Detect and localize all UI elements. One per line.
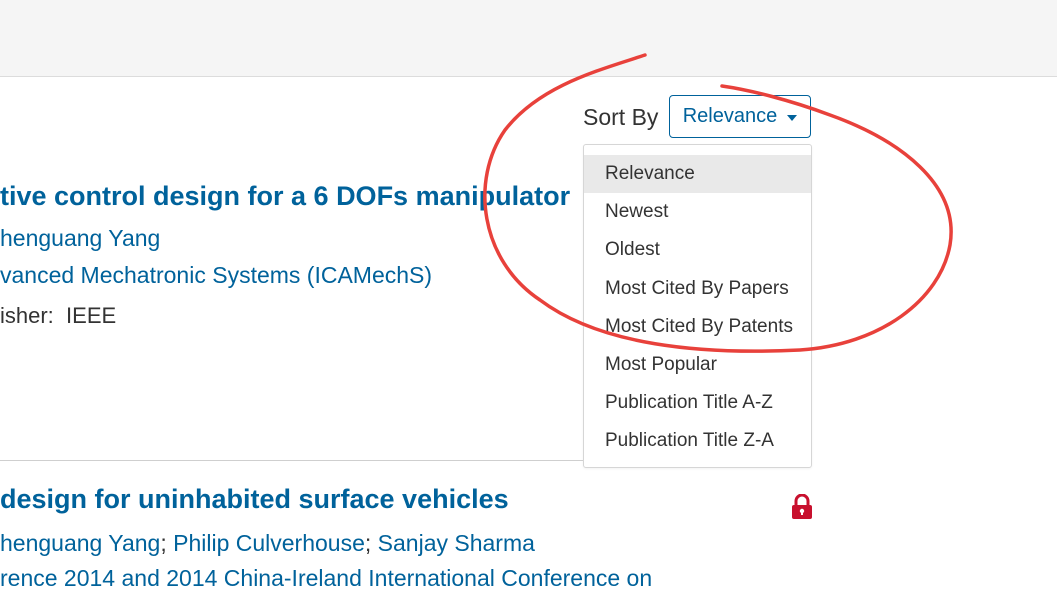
- sort-option-relevance[interactable]: Relevance: [584, 155, 811, 194]
- sort-option-most-popular[interactable]: Most Popular: [584, 346, 811, 384]
- publisher-value: IEEE: [66, 303, 117, 328]
- sort-options-menu: Relevance Newest Oldest Most Cited By Pa…: [583, 144, 812, 468]
- result-publisher: isher: IEEE: [0, 303, 116, 329]
- top-header-band: [0, 0, 1057, 77]
- sort-option-title-a-z[interactable]: Publication Title A-Z: [584, 384, 811, 422]
- result-author-link[interactable]: henguang Yang: [0, 530, 160, 556]
- result-venue-link[interactable]: rence 2014 and 2014 China-Ireland Intern…: [0, 565, 652, 592]
- sort-option-oldest[interactable]: Oldest: [584, 231, 811, 269]
- result-title-link[interactable]: design for uninhabited surface vehicles: [0, 484, 509, 515]
- sort-selected-value: Relevance: [682, 105, 778, 127]
- result-author-link[interactable]: henguang Yang: [0, 225, 160, 252]
- sort-by-dropdown-button[interactable]: Relevance: [669, 95, 811, 138]
- sort-by-label: Sort By: [583, 104, 659, 130]
- sort-option-most-cited-papers[interactable]: Most Cited By Papers: [584, 270, 811, 308]
- sort-option-title-z-a[interactable]: Publication Title Z-A: [584, 422, 811, 460]
- sort-option-newest[interactable]: Newest: [584, 193, 811, 231]
- result-divider: [0, 460, 583, 461]
- caret-down-icon: [787, 114, 798, 121]
- result-author-link[interactable]: Sanjay Sharma: [378, 530, 535, 556]
- result-authors: henguang Yang; Philip Culverhouse; Sanja…: [0, 530, 535, 556]
- result-venue-link[interactable]: vanced Mechatronic Systems (ICAMechS): [0, 262, 432, 289]
- sort-option-most-cited-patents[interactable]: Most Cited By Patents: [584, 308, 811, 346]
- publisher-label: isher:: [0, 303, 54, 328]
- lock-icon: [792, 494, 812, 519]
- result-author-link[interactable]: Philip Culverhouse: [173, 530, 365, 556]
- result-title-link[interactable]: tive control design for a 6 DOFs manipul…: [0, 181, 570, 212]
